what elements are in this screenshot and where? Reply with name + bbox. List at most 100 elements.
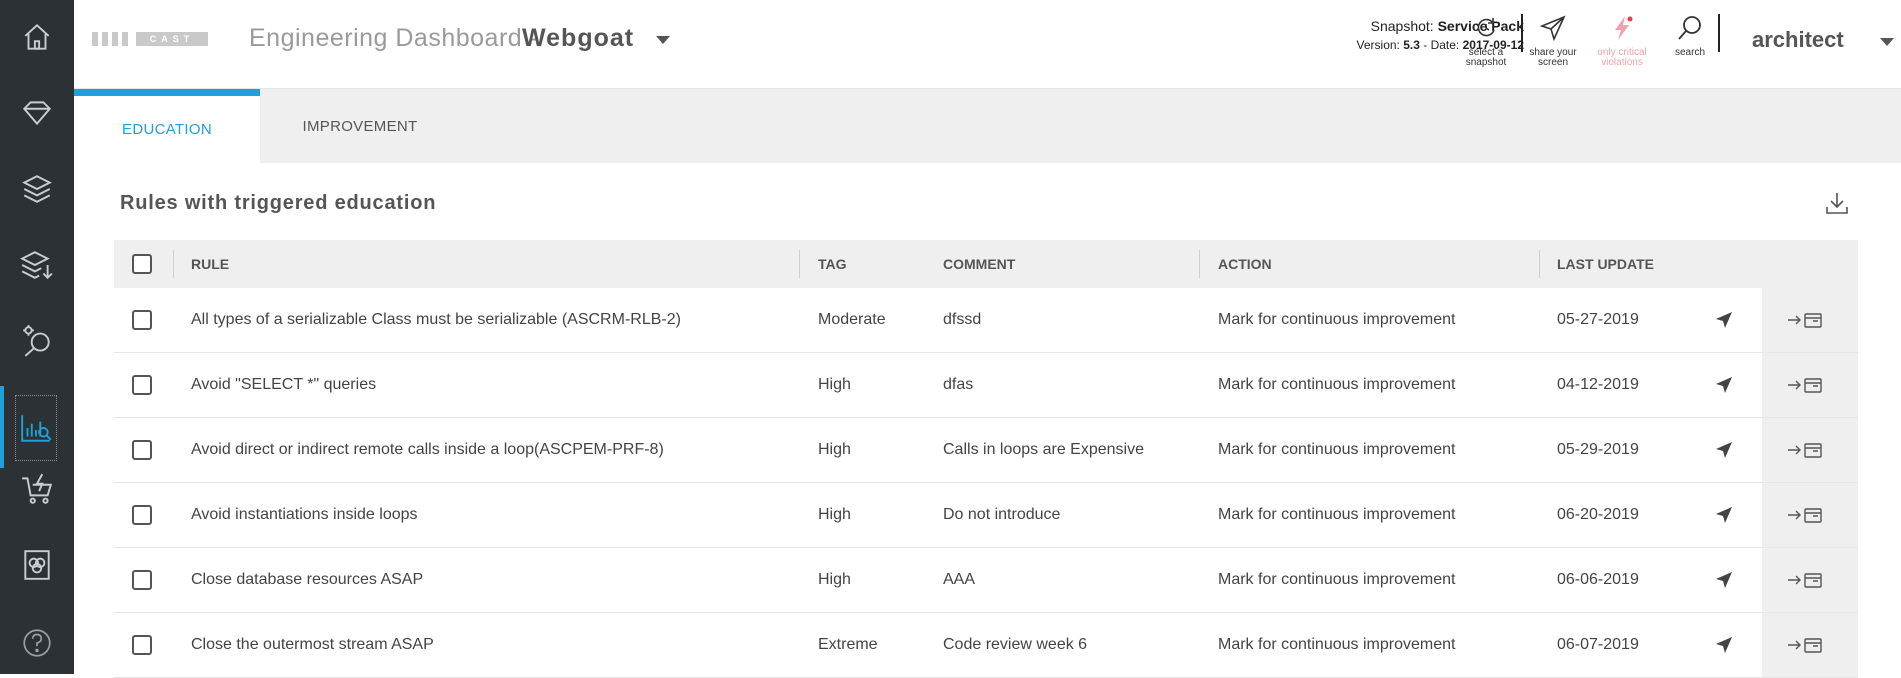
rule-cell: All types of a serializable Class must b… xyxy=(191,311,681,328)
search-analysis-icon xyxy=(23,325,50,357)
table-row[interactable]: All types of a serializable Class must b… xyxy=(114,288,1858,353)
send-icon xyxy=(1716,637,1732,653)
search-button[interactable]: search xyxy=(1660,14,1720,58)
table-row[interactable]: Close database resources ASAP High AAA Mark… xyxy=(114,548,1858,613)
help-icon xyxy=(23,629,51,657)
action-cell: Mark for continuous improvement xyxy=(1218,441,1456,458)
send-rule-button[interactable] xyxy=(1714,548,1734,612)
column-last-update[interactable]: LAST UPDATE xyxy=(1557,240,1654,288)
sidebar-item-chart-search[interactable] xyxy=(0,386,74,468)
table-row[interactable]: Close the outermost stream ASAP Extreme Co… xyxy=(114,613,1858,678)
comment-cell: AAA xyxy=(943,571,976,588)
column-comment[interactable]: COMMENT xyxy=(943,240,1015,288)
rule-cell: Avoid instantiations inside loops xyxy=(191,506,418,523)
tag-cell: High xyxy=(818,441,851,458)
download-icon[interactable] xyxy=(1824,190,1850,216)
tag-cell: Moderate xyxy=(818,311,886,328)
comment-cell: Code review week 6 xyxy=(943,636,1088,653)
row-checkbox[interactable] xyxy=(132,310,152,330)
search-icon xyxy=(1678,16,1701,40)
user-menu[interactable]: architect xyxy=(1752,27,1844,53)
tab-bar: EDUCATION IMPROVEMENT xyxy=(74,89,1901,163)
send-icon xyxy=(1716,442,1732,458)
send-icon xyxy=(1716,312,1732,328)
tag-cell: Extreme xyxy=(818,636,878,653)
sidebar-item-layers-download[interactable] xyxy=(0,234,74,296)
rules-table: RULE TAG COMMENT ACTION LAST UPDATE All … xyxy=(114,240,1858,678)
column-action[interactable]: ACTION xyxy=(1218,240,1272,288)
cart-lightning-icon xyxy=(22,473,53,504)
move-to-icon xyxy=(1788,378,1822,393)
send-icon xyxy=(1716,377,1732,393)
table-row[interactable]: Avoid "SELECT *" queries High dfas Mark for… xyxy=(114,353,1858,418)
select-all-checkbox[interactable] xyxy=(132,254,152,274)
last-update-cell: 06-07-2019 xyxy=(1557,636,1639,653)
sidebar-item-help[interactable] xyxy=(0,612,74,674)
layers-icon xyxy=(22,175,52,203)
tab-education[interactable]: EDUCATION xyxy=(74,89,260,163)
last-update-cell: 06-20-2019 xyxy=(1557,506,1639,523)
action-cell: Mark for continuous improvement xyxy=(1218,571,1456,588)
table-row[interactable]: Avoid direct or indirect remote calls in… xyxy=(114,418,1858,483)
send-icon xyxy=(1716,572,1732,588)
rule-cell: Close the outermost stream ASAP xyxy=(191,636,434,653)
send-icon xyxy=(1716,507,1732,523)
last-update-cell: 05-27-2019 xyxy=(1557,311,1639,328)
report-icon xyxy=(24,550,50,580)
chart-search-icon xyxy=(21,415,52,442)
active-item-frame xyxy=(15,395,57,461)
section-title: Rules with triggered education xyxy=(120,192,437,214)
sidebar-item-home[interactable] xyxy=(0,6,74,68)
send-rule-button[interactable] xyxy=(1714,483,1734,547)
export-rule-button[interactable] xyxy=(1786,418,1824,482)
send-rule-button[interactable] xyxy=(1714,288,1734,352)
row-checkbox[interactable] xyxy=(132,570,152,590)
send-icon xyxy=(1539,15,1566,42)
row-checkbox[interactable] xyxy=(132,635,152,655)
sidebar-item-search-analysis[interactable] xyxy=(0,310,74,372)
move-to-icon xyxy=(1788,573,1822,588)
share-screen-button[interactable]: share your screen xyxy=(1523,14,1583,68)
comment-cell: dfssd xyxy=(943,311,982,328)
move-to-icon xyxy=(1788,638,1822,653)
action-cell: Mark for continuous improvement xyxy=(1218,311,1456,328)
send-rule-button[interactable] xyxy=(1714,613,1734,677)
application-selector[interactable]: Webgoat xyxy=(522,24,634,53)
home-icon xyxy=(24,24,50,50)
chevron-down-icon[interactable] xyxy=(1880,38,1894,46)
send-rule-button[interactable] xyxy=(1714,418,1734,482)
column-rule[interactable]: RULE xyxy=(191,240,229,288)
sidebar-item-cart-lightning[interactable] xyxy=(0,458,74,520)
tab-improvement[interactable]: IMPROVEMENT xyxy=(260,89,460,163)
export-rule-button[interactable] xyxy=(1786,483,1824,547)
tag-cell: High xyxy=(818,506,851,523)
comment-cell: dfas xyxy=(943,376,974,393)
layers-download-icon xyxy=(20,251,53,280)
select-snapshot-button[interactable]: select a snapshot xyxy=(1456,14,1516,68)
sidebar-item-layers[interactable] xyxy=(0,158,74,220)
rule-cell: Avoid "SELECT *" queries xyxy=(191,376,377,393)
table-row[interactable]: Avoid instantiations inside loops High Do … xyxy=(114,483,1858,548)
tag-cell: High xyxy=(818,571,851,588)
row-checkbox[interactable] xyxy=(132,505,152,525)
last-update-cell: 06-06-2019 xyxy=(1557,571,1639,588)
sidebar-item-report[interactable] xyxy=(0,534,74,596)
send-rule-button[interactable] xyxy=(1714,353,1734,417)
export-rule-button[interactable] xyxy=(1786,613,1824,677)
history-icon xyxy=(1477,18,1495,37)
sidebar-item-diamond[interactable] xyxy=(0,82,74,144)
move-to-icon xyxy=(1788,508,1822,523)
lightning-icon xyxy=(1615,16,1633,40)
row-checkbox[interactable] xyxy=(132,375,152,395)
chevron-down-icon[interactable] xyxy=(656,36,670,44)
comment-cell: Calls in loops are Expensive xyxy=(943,441,1144,458)
rule-cell: Avoid direct or indirect remote calls in… xyxy=(191,441,664,458)
export-rule-button[interactable] xyxy=(1786,288,1824,352)
critical-violations-toggle[interactable]: only critical violations xyxy=(1592,14,1652,68)
export-rule-button[interactable] xyxy=(1786,353,1824,417)
comment-cell: Do not introduce xyxy=(943,506,1061,523)
export-rule-button[interactable] xyxy=(1786,548,1824,612)
column-tag[interactable]: TAG xyxy=(818,240,847,288)
move-to-icon xyxy=(1788,313,1822,328)
row-checkbox[interactable] xyxy=(132,440,152,460)
